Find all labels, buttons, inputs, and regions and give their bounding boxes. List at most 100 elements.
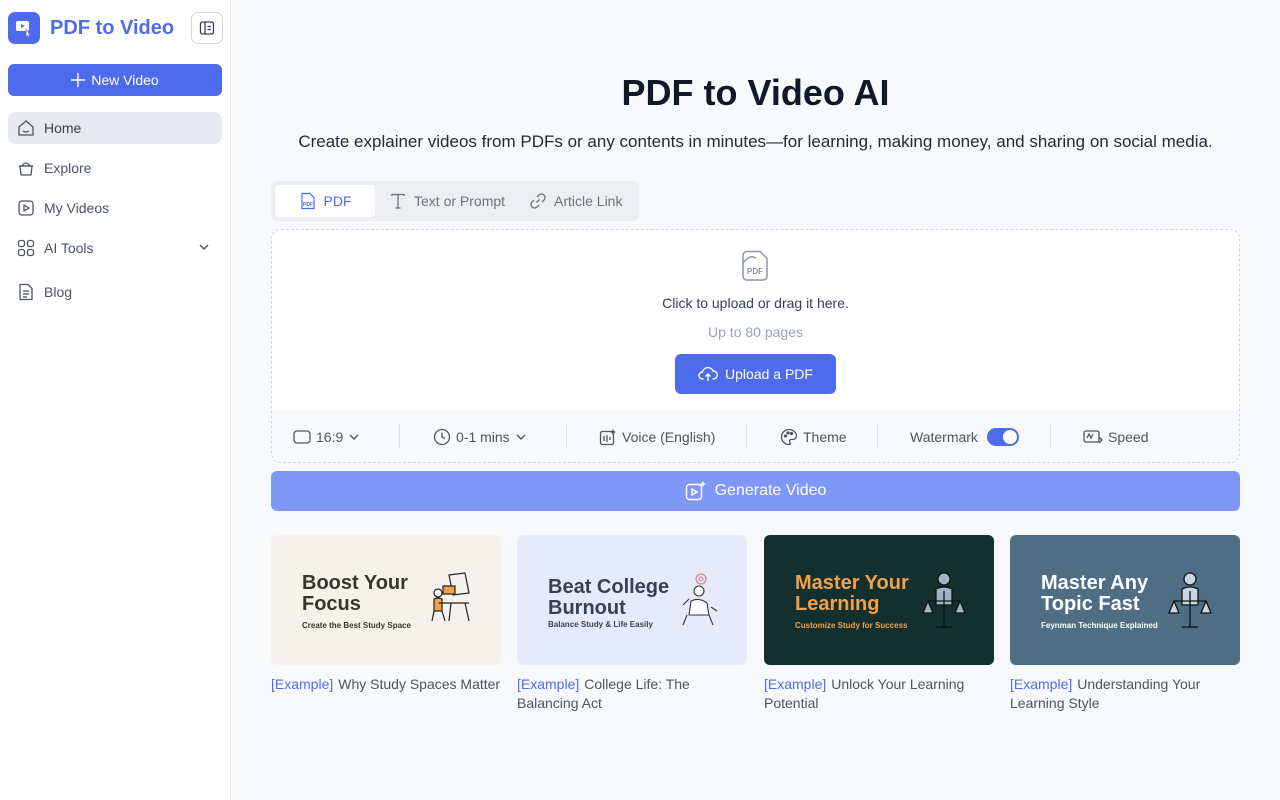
clock-icon <box>433 428 451 446</box>
app-name: PDF to Video <box>50 16 175 39</box>
tab-pdf[interactable]: PDF PDF <box>275 185 375 217</box>
chevron-down-icon <box>516 434 526 440</box>
new-video-button[interactable]: New Video <box>8 64 222 96</box>
pdf-file-icon: PDF <box>742 250 768 281</box>
grid-icon <box>16 238 36 258</box>
thumbnail-subtitle: Create the Best Study Space <box>302 621 411 630</box>
upload-pdf-button[interactable]: Upload a PDF <box>675 354 836 394</box>
example-caption: [Example] Why Study Spaces Matter <box>271 675 501 694</box>
divider <box>877 424 878 448</box>
sidebar-toggle-icon <box>199 21 215 35</box>
example-caption: [Example] Understanding Your Learning Sty… <box>1010 675 1240 713</box>
aspect-ratio-value: 16:9 <box>316 429 344 445</box>
sidebar: PDF to Video New Video Home Explore My V… <box>0 0 231 800</box>
sidebar-item-label: Explore <box>44 160 92 176</box>
theme-label: Theme <box>803 429 847 445</box>
burnout-illustration <box>682 573 718 626</box>
thumbnail-title: Master Any Topic Fast <box>1041 572 1149 615</box>
main-content: PDF to Video AI Create explainer videos … <box>231 0 1280 800</box>
example-card[interactable]: Master Your Learning Customize Study for… <box>764 535 994 713</box>
sidebar-item-explore[interactable]: Explore <box>8 152 222 184</box>
example-card[interactable]: Boost Your Focus Create the Best Study S… <box>271 535 501 694</box>
example-thumbnail: Boost Your Focus Create the Best Study S… <box>271 535 501 665</box>
sidebar-item-label: AI Tools <box>44 240 94 256</box>
speed-label: Speed <box>1108 429 1149 445</box>
sidebar-item-my-videos[interactable]: My Videos <box>8 192 222 224</box>
home-icon <box>16 118 36 138</box>
video-sparkle-icon <box>685 481 706 501</box>
scales-illustration <box>1168 572 1212 628</box>
voice-value: Voice (English) <box>622 429 716 445</box>
thumbnail-title: Beat College Burnout <box>548 576 670 619</box>
explore-icon <box>16 158 36 178</box>
tab-article-link[interactable]: Article Link <box>529 185 622 217</box>
sidebar-item-blog[interactable]: Blog <box>8 276 222 308</box>
link-icon <box>530 193 546 209</box>
upload-instruction: Click to upload or drag it here. <box>662 295 849 311</box>
example-tag: [Example] <box>764 676 827 692</box>
aspect-ratio-select[interactable]: 16:9 <box>293 427 360 447</box>
divider <box>566 424 567 448</box>
app-logo-icon <box>8 12 40 44</box>
collapse-sidebar-button[interactable] <box>191 12 223 44</box>
thumbnail-title: Boost Your Focus <box>302 572 408 615</box>
tab-label: PDF <box>323 193 352 209</box>
input-type-tabs: PDF PDF Text or Prompt Article Link <box>271 181 639 221</box>
example-thumbnail: Master Any Topic Fast Feynman Technique … <box>1010 535 1240 665</box>
plus-icon <box>71 73 86 87</box>
watermark-option: Watermark <box>910 427 1019 447</box>
text-icon <box>391 193 405 209</box>
speed-icon <box>1083 430 1103 444</box>
watermark-toggle[interactable] <box>986 428 1019 446</box>
example-thumbnail: Beat College Burnout Balance Study & Lif… <box>517 535 747 665</box>
thumbnail-title: Master Your Learning <box>795 572 909 615</box>
thumbnail-subtitle: Customize Study for Success <box>795 621 908 630</box>
voice-select[interactable]: Voice (English) <box>599 427 715 447</box>
generate-video-button[interactable]: Generate Video <box>271 471 1240 511</box>
sidebar-item-home[interactable]: Home <box>8 112 222 144</box>
upload-limit: Up to 80 pages <box>708 324 803 340</box>
svg-text:PDF: PDF <box>747 267 763 276</box>
example-tag: [Example] <box>1010 676 1073 692</box>
video-icon <box>16 198 36 218</box>
duration-value: 0-1 mins <box>456 429 510 445</box>
new-video-label: New Video <box>91 72 159 88</box>
divider <box>399 424 400 448</box>
scales-illustration <box>922 572 966 628</box>
example-title: Why Study Spaces Matter <box>338 676 501 692</box>
watermark-label: Watermark <box>910 429 978 445</box>
upload-button-label: Upload a PDF <box>725 366 813 382</box>
voice-icon <box>599 429 616 446</box>
brand[interactable]: PDF to Video <box>8 12 174 44</box>
svg-text:PDF: PDF <box>303 202 313 208</box>
divider <box>1050 424 1051 448</box>
speed-select[interactable]: Speed <box>1083 427 1148 447</box>
study-desk-illustration <box>431 572 470 622</box>
example-caption: [Example] Unlock Your Learning Potential <box>764 675 994 713</box>
document-icon <box>16 282 36 302</box>
cloud-upload-icon <box>698 366 718 381</box>
sidebar-item-ai-tools[interactable]: AI Tools <box>8 232 222 264</box>
example-thumbnail: Master Your Learning Customize Study for… <box>764 535 994 665</box>
sidebar-item-label: My Videos <box>44 200 110 216</box>
example-card[interactable]: Master Any Topic Fast Feynman Technique … <box>1010 535 1240 713</box>
thumbnail-subtitle: Balance Study & Life Easily <box>548 620 653 629</box>
pdf-icon: PDF <box>300 192 315 210</box>
tab-text-or-prompt[interactable]: Text or Prompt <box>389 185 505 217</box>
page-title: PDF to Video AI <box>621 72 890 113</box>
tab-label: Article Link <box>554 193 623 209</box>
thumbnail-subtitle: Feynman Technique Explained <box>1041 621 1158 630</box>
duration-select[interactable]: 0-1 mins <box>433 427 527 447</box>
theme-select[interactable]: Theme <box>780 427 847 447</box>
aspect-ratio-icon <box>293 430 311 444</box>
sidebar-item-label: Blog <box>44 284 73 300</box>
palette-icon <box>780 428 798 446</box>
sidebar-item-label: Home <box>44 120 82 136</box>
pdf-upload-dropzone[interactable]: PDF Click to upload or drag it here. Up … <box>271 229 1240 463</box>
example-tag: [Example] <box>517 676 580 692</box>
video-options-bar: 16:9 0-1 mins Voice (English) Theme Wate… <box>272 410 1239 462</box>
example-tag: [Example] <box>271 676 334 692</box>
chevron-down-icon <box>349 434 359 440</box>
page-subtitle: Create explainer videos from PDFs or any… <box>298 132 1213 151</box>
example-card[interactable]: Beat College Burnout Balance Study & Lif… <box>517 535 747 713</box>
